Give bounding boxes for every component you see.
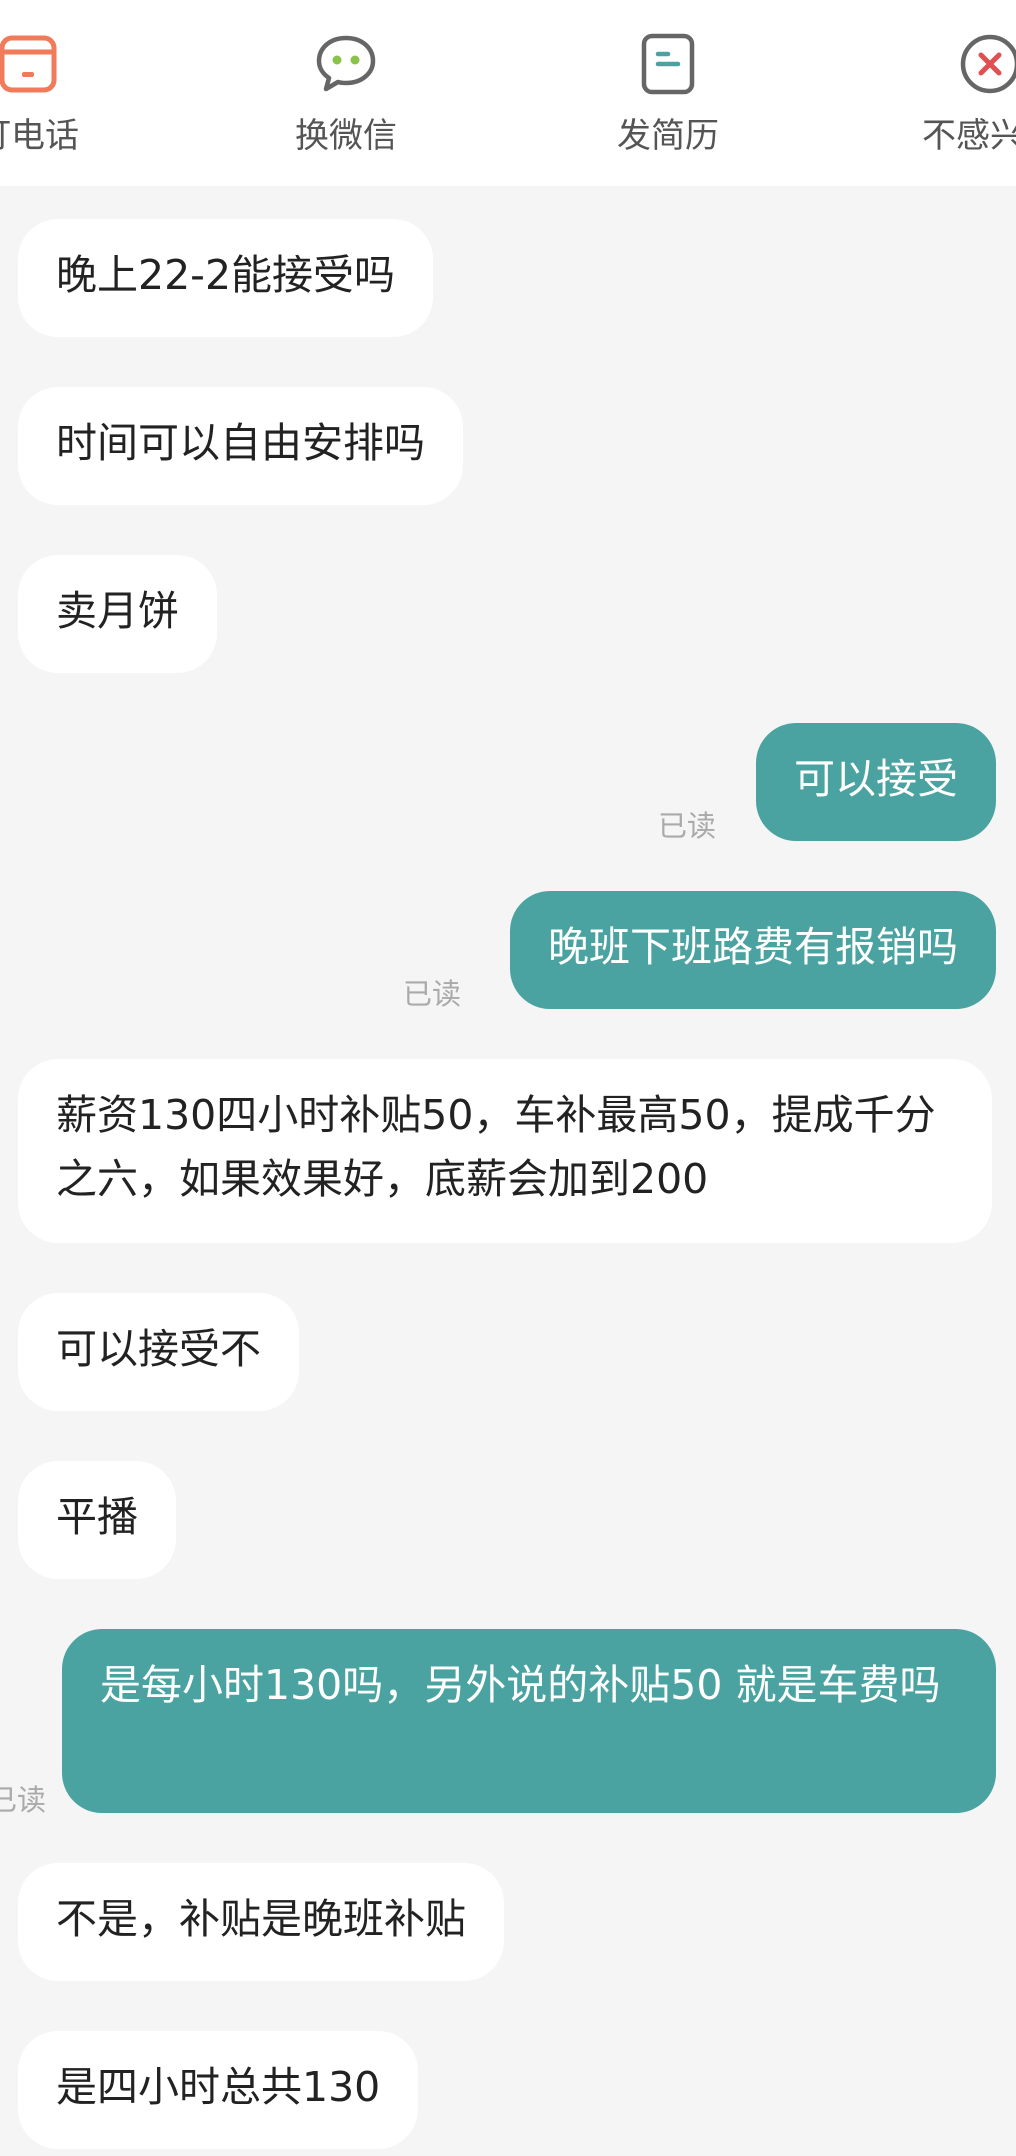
message-text: 晚班下班路费有报销吗	[548, 923, 958, 971]
send-resume-label: 发简历	[617, 116, 719, 156]
message-incoming[interactable]: 是四小时总共130	[18, 2031, 419, 2149]
message-outgoing[interactable]: 可以接受	[756, 723, 996, 841]
read-status: 已读	[0, 1783, 47, 1817]
phone-icon	[0, 35, 57, 93]
message-text: 卖月饼	[56, 587, 179, 635]
message-incoming[interactable]: 可以接受不	[18, 1293, 299, 1411]
message-text: 晚上22-2能接受吗	[56, 251, 396, 299]
not-interested-button[interactable]: 不感兴趣	[880, 0, 1016, 186]
message-incoming[interactable]: 不是，补贴是晚班补贴	[18, 1863, 504, 1981]
exchange-wechat-label: 换微信	[295, 116, 397, 156]
close-icon	[960, 34, 1016, 94]
message-text: 是四小时总共130	[56, 2063, 381, 2111]
message-incoming[interactable]: 平播	[18, 1461, 176, 1579]
message-incoming[interactable]: 薪资130四小时补贴50，车补最高50，提成千分之六，如果效果好，底薪会加到20…	[18, 1059, 992, 1243]
message-text: 可以接受不	[56, 1325, 261, 1373]
wechat-icon	[316, 35, 376, 92]
call-button[interactable]: 打电话	[0, 0, 138, 186]
read-status: 已读	[657, 809, 716, 843]
message-incoming[interactable]: 晚上22-2能接受吗	[18, 219, 434, 337]
not-interested-label: 不感兴趣	[922, 116, 1016, 156]
message-outgoing[interactable]: 是每小时130吗，另外说的补贴50 就是车费吗	[62, 1629, 996, 1813]
message-text: 时间可以自由安排吗	[56, 419, 425, 467]
message-incoming[interactable]: 卖月饼	[18, 555, 217, 673]
message-text: 是每小时130吗，另外说的补贴50 就是车费吗	[100, 1661, 941, 1709]
message-text: 薪资130四小时补贴50，车补最高50，提成千分之六，如果效果好，底薪会加到20…	[56, 1091, 936, 1203]
read-status: 已读	[402, 977, 461, 1011]
message-text: 不是，补贴是晚班补贴	[56, 1895, 466, 1943]
message-text: 可以接受	[794, 755, 958, 803]
resume-icon	[641, 33, 695, 95]
send-resume-button[interactable]: 发简历	[558, 0, 778, 186]
message-outgoing[interactable]: 晚班下班路费有报销吗	[510, 891, 996, 1009]
chat-message-list[interactable]: 晚上22-2能接受吗 时间可以自由安排吗 卖月饼 已读 可以接受 已读 晚班下班…	[0, 186, 1016, 2156]
message-incoming[interactable]: 时间可以自由安排吗	[18, 387, 463, 505]
call-label: 打电话	[0, 116, 79, 156]
exchange-wechat-button[interactable]: 换微信	[236, 0, 456, 186]
action-toolbar: 打电话 换微信 发简历 不感兴趣	[0, 0, 1016, 186]
message-text: 平播	[56, 1493, 138, 1541]
